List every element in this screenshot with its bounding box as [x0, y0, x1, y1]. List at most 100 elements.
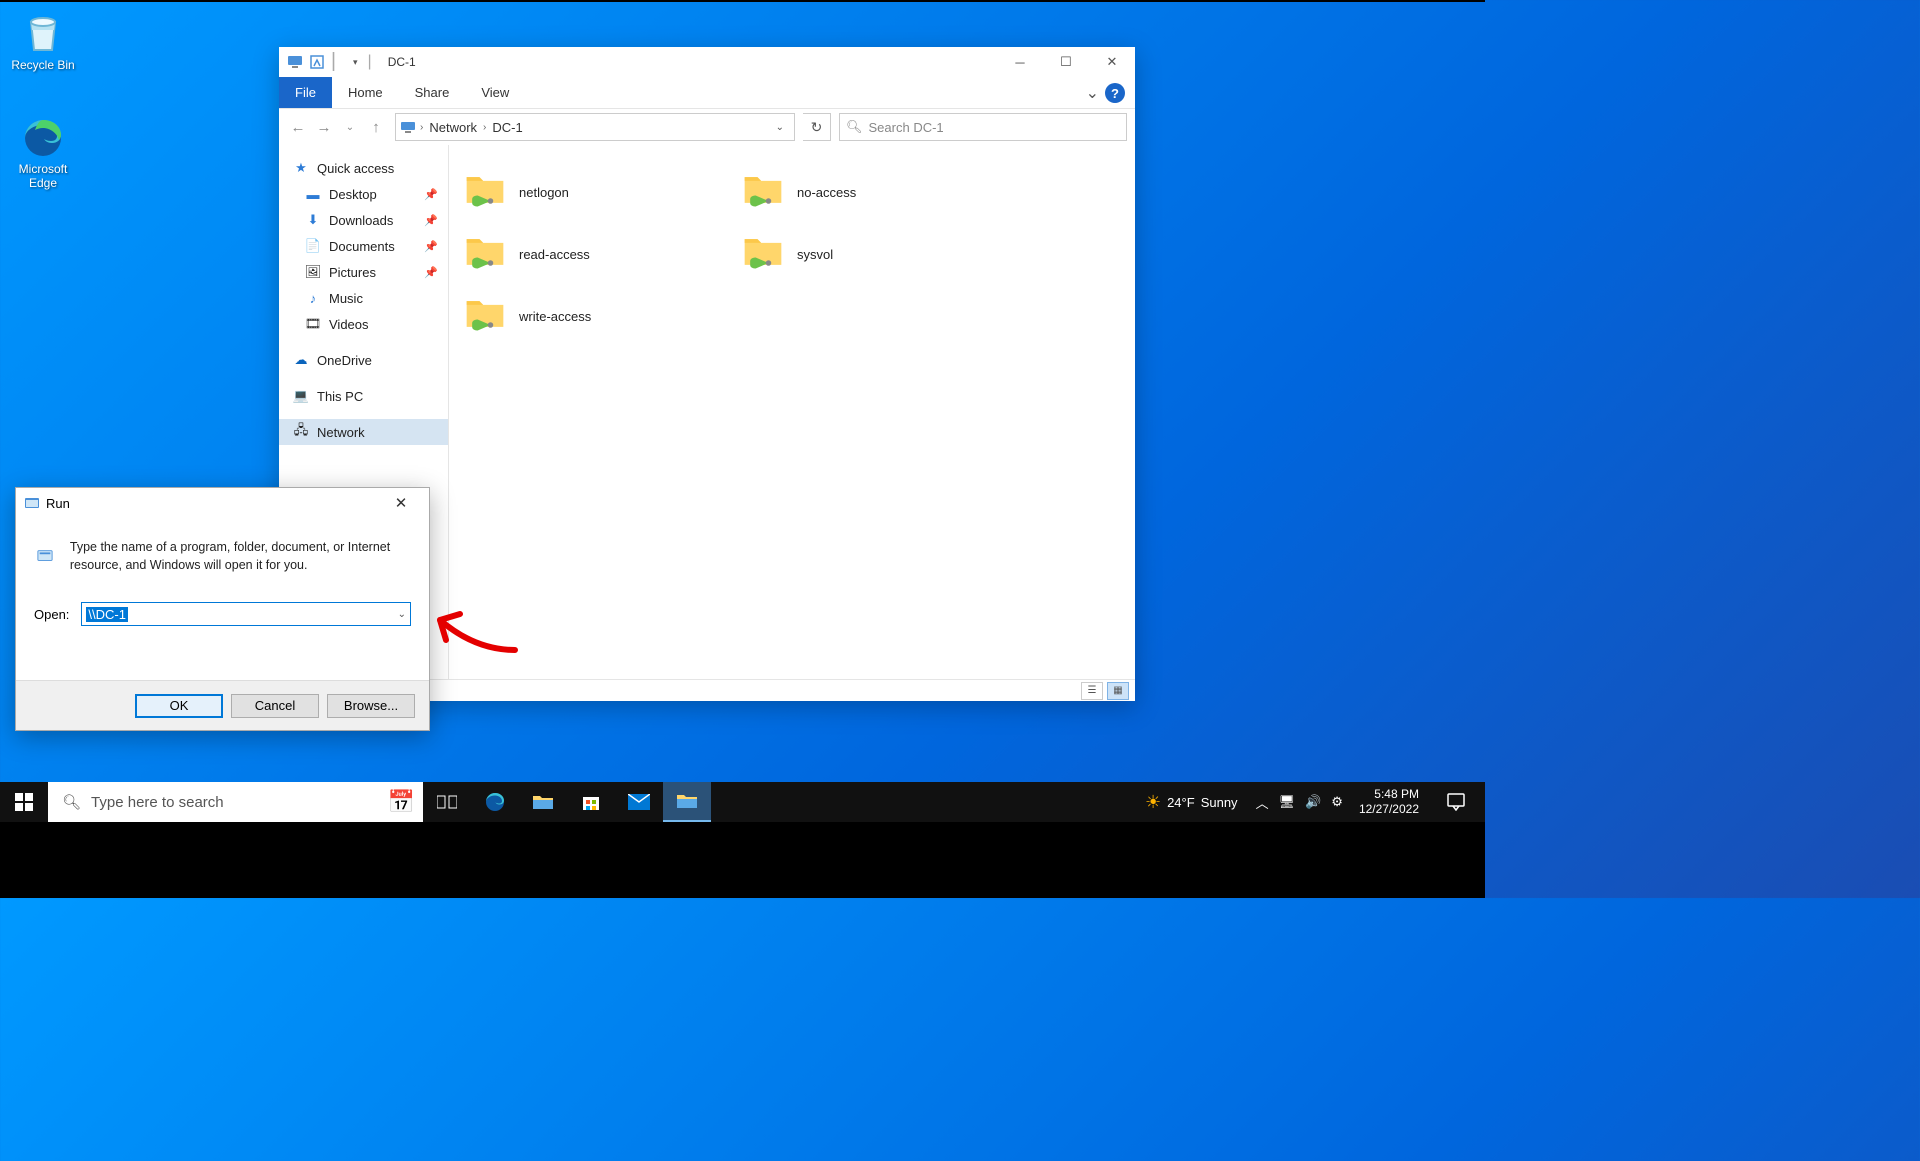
downloads-icon: ⬇	[305, 212, 321, 228]
share-folder-icon	[741, 168, 785, 217]
qat-dropdown-icon[interactable]: ▾	[353, 57, 358, 68]
chevron-right-icon[interactable]: ›	[483, 122, 486, 133]
music-icon: ♪	[305, 290, 321, 306]
run-dialog: Run ✕ Type the name of a program, folder…	[15, 487, 430, 731]
weather-temp: 24°F	[1167, 795, 1195, 810]
share-label: sysvol	[797, 247, 833, 262]
edge-icon	[19, 112, 67, 160]
task-view-button[interactable]	[423, 782, 471, 822]
share-label: netlogon	[519, 185, 569, 200]
share-item-no-access[interactable]: no-access	[737, 161, 1015, 223]
up-button[interactable]: ↑	[365, 116, 387, 138]
nav-documents[interactable]: 📄Documents📌	[279, 233, 448, 259]
close-button[interactable]: ✕	[1089, 47, 1135, 77]
pin-icon: 📌	[424, 240, 438, 253]
nav-downloads[interactable]: ⬇Downloads📌	[279, 207, 448, 233]
clock-time: 5:48 PM	[1359, 787, 1419, 802]
share-item-write-access[interactable]: write-access	[459, 285, 737, 347]
taskbar-edge[interactable]	[471, 782, 519, 822]
tray-security-icon[interactable]: ⚙	[1331, 794, 1343, 810]
share-folder-icon	[463, 230, 507, 279]
news-icon: 📅	[388, 789, 415, 815]
share-item-read-access[interactable]: read-access	[459, 223, 737, 285]
search-input[interactable]: 🔍︎ Search DC-1	[839, 113, 1127, 141]
windows-icon	[15, 793, 33, 811]
run-titlebar[interactable]: Run ✕	[16, 488, 429, 518]
ribbon-tabs: File Home Share View ⌄ ?	[279, 77, 1135, 109]
tiles-view-button[interactable]: ▦	[1107, 682, 1129, 700]
details-view-button[interactable]: ☰	[1081, 682, 1103, 700]
nav-quick-access[interactable]: ★Quick access	[279, 155, 448, 181]
desktop-icon-label: Microsoft Edge	[4, 162, 82, 191]
pin-icon: 📌	[424, 266, 438, 279]
titlebar[interactable]: ▏ ▾ | DC-1 ─ ☐ ✕	[279, 47, 1135, 77]
start-button[interactable]	[0, 782, 48, 822]
taskbar-explorer-active[interactable]	[663, 782, 711, 822]
help-icon[interactable]: ?	[1105, 83, 1125, 103]
tray-display-icon[interactable]: 🖥	[1279, 794, 1296, 810]
address-bar[interactable]: › Network › DC-1 ⌄	[395, 113, 795, 141]
nav-music[interactable]: ♪Music	[279, 285, 448, 311]
share-label: write-access	[519, 309, 591, 324]
search-icon: 🔍︎	[62, 793, 81, 811]
run-open-input[interactable]: \\DC-1 ⌄	[81, 602, 411, 626]
nav-this-pc[interactable]: 💻This PC	[279, 383, 448, 409]
share-label: no-access	[797, 185, 856, 200]
chevron-right-icon[interactable]: ›	[420, 122, 423, 133]
clock-date: 12/27/2022	[1359, 802, 1419, 817]
refresh-button[interactable]: ↻	[803, 113, 831, 141]
maximize-button[interactable]: ☐	[1043, 47, 1089, 77]
taskbar-store[interactable]	[567, 782, 615, 822]
ribbon-chevron-icon[interactable]: ⌄	[1080, 77, 1105, 108]
taskbar-clock[interactable]: 5:48 PM 12/27/2022	[1353, 787, 1425, 817]
videos-icon: 🎞	[305, 316, 321, 332]
share-folder-icon	[741, 230, 785, 279]
tab-share[interactable]: Share	[399, 77, 466, 108]
forward-button[interactable]: →	[313, 116, 335, 138]
run-ok-button[interactable]: OK	[135, 694, 223, 718]
nav-desktop[interactable]: ▬Desktop📌	[279, 181, 448, 207]
run-title-text: Run	[46, 496, 70, 511]
taskbar-search[interactable]: 🔍︎ Type here to search 📅	[48, 782, 423, 822]
tray-volume-icon[interactable]: 🔊	[1305, 794, 1321, 810]
share-item-sysvol[interactable]: sysvol	[737, 223, 1015, 285]
onedrive-icon: ☁	[293, 352, 309, 368]
run-description: Type the name of a program, folder, docu…	[70, 538, 411, 574]
nav-pictures[interactable]: 🖼Pictures📌	[279, 259, 448, 285]
star-icon: ★	[293, 160, 309, 176]
back-button[interactable]: ←	[287, 116, 309, 138]
recent-dropdown-icon[interactable]: ⌄	[339, 116, 361, 138]
breadcrumb-dc1[interactable]: DC-1	[490, 120, 524, 135]
notifications-button[interactable]	[1435, 793, 1477, 811]
chevron-down-icon[interactable]: ⌄	[770, 122, 790, 133]
pictures-icon: 🖼	[305, 264, 321, 280]
share-item-netlogon[interactable]: netlogon	[459, 161, 737, 223]
breadcrumb-network[interactable]: Network	[427, 120, 479, 135]
nav-videos[interactable]: 🎞Videos	[279, 311, 448, 337]
tab-file[interactable]: File	[279, 77, 332, 108]
run-browse-button[interactable]: Browse...	[327, 694, 415, 718]
minimize-button[interactable]: ─	[997, 47, 1043, 77]
nav-onedrive[interactable]: ☁OneDrive	[279, 347, 448, 373]
run-open-label: Open:	[34, 607, 69, 622]
letterbox-bottom	[0, 822, 1485, 898]
chevron-down-icon[interactable]: ⌄	[398, 609, 406, 620]
taskbar: 🔍︎ Type here to search 📅 ☀ 24°F Sunny ︿ …	[0, 782, 1485, 822]
desktop-icon-label: Recycle Bin	[4, 58, 82, 72]
tray-chevron-icon[interactable]: ︿	[1256, 793, 1269, 812]
taskbar-search-placeholder: Type here to search	[91, 794, 224, 811]
properties-icon[interactable]	[309, 54, 325, 70]
tab-view[interactable]: View	[465, 77, 525, 108]
run-cancel-button[interactable]: Cancel	[231, 694, 319, 718]
computer-icon	[400, 119, 416, 135]
content-pane[interactable]: netlogon no-access read-access sysvol wr…	[449, 145, 1135, 679]
taskbar-mail[interactable]	[615, 782, 663, 822]
taskbar-explorer[interactable]	[519, 782, 567, 822]
desktop-icon-recycle-bin[interactable]: Recycle Bin	[4, 8, 82, 72]
weather-cond: Sunny	[1201, 795, 1238, 810]
run-close-button[interactable]: ✕	[381, 494, 421, 512]
nav-network[interactable]: 🖧Network	[279, 419, 448, 445]
tab-home[interactable]: Home	[332, 77, 399, 108]
taskbar-weather[interactable]: ☀ 24°F Sunny	[1145, 792, 1238, 813]
desktop-icon-edge[interactable]: Microsoft Edge	[4, 112, 82, 191]
